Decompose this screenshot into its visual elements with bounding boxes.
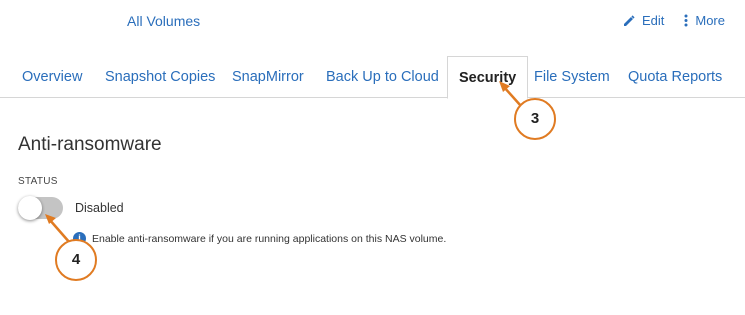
tab-back-up-to-cloud[interactable]: Back Up to Cloud	[326, 56, 439, 98]
edit-button[interactable]: Edit	[623, 13, 664, 28]
volume-tabs: Overview Snapshot Copies SnapMirror Back…	[0, 56, 745, 99]
tab-file-system[interactable]: File System	[534, 56, 610, 98]
callout-arrows	[45, 81, 522, 244]
tab-snapmirror[interactable]: SnapMirror	[232, 56, 304, 98]
toggle-knob	[18, 196, 42, 220]
tab-security[interactable]: Security	[447, 56, 529, 99]
header-actions: Edit More	[623, 13, 725, 28]
status-label: STATUS	[18, 176, 58, 187]
breadcrumb-all-volumes[interactable]: All Volumes	[127, 13, 200, 29]
callout-marker-3: 3	[514, 98, 556, 140]
more-label: More	[695, 13, 725, 28]
callout-marker-4: 4	[55, 239, 97, 281]
edit-label: Edit	[641, 13, 665, 28]
toggle-state-label: Disabled	[75, 201, 124, 215]
pencil-icon	[623, 14, 635, 26]
tab-snapshot-copies[interactable]: Snapshot Copies	[105, 56, 215, 98]
tab-overview[interactable]: Overview	[22, 56, 82, 98]
tab-quota-reports[interactable]: Quota Reports	[628, 56, 722, 98]
anti-ransomware-toggle[interactable]	[18, 196, 63, 220]
info-text: Enable anti-ransomware if you are runnin…	[92, 233, 447, 245]
more-button[interactable]: More	[684, 13, 725, 28]
callout-arrow-4	[48, 218, 71, 244]
kebab-menu-icon	[684, 14, 688, 27]
section-title: Anti-ransomware	[18, 134, 162, 155]
